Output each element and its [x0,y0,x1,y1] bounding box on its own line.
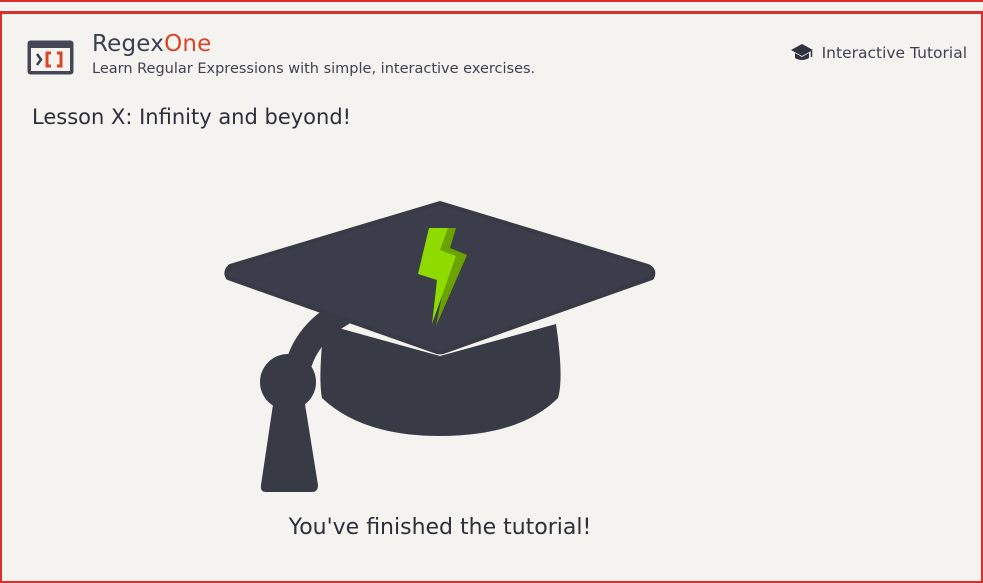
nav-interactive-tutorial[interactable]: Interactive Tutorial [790,43,967,63]
brand-name-primary: Regex [92,31,165,57]
lesson-title: Lesson X: Infinity and beyond! [32,105,352,129]
top-accent-bar [0,0,983,14]
graduation-cap-icon [790,44,813,60]
graduation-cap-lightning-icon [224,201,656,492]
cap-tassel [260,398,318,492]
brand-name-accent: One [164,31,212,57]
terminal-brackets-icon[interactable] [27,40,74,75]
nav-interactive-tutorial-label: Interactive Tutorial [821,44,967,62]
brand-tagline: Learn Regular Expressions with simple, i… [92,61,536,77]
completion-message: You've finished the tutorial! [288,515,592,540]
brand-name[interactable]: RegexOne [92,30,212,58]
